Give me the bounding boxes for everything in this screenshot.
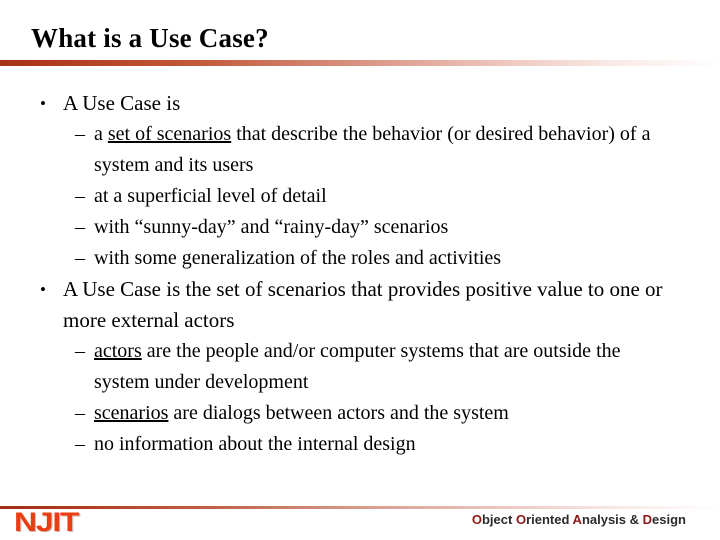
bullet-text: actors are the people and/or computer sy… [94,336,654,398]
footer-course-text: bject [481,512,516,527]
bullet-item-level2: – with some generalization of the roles a… [0,243,720,274]
bullet-item-level2: – actors are the people and/or computer s… [0,336,720,398]
bullet-text-underlined-term: set of scenarios [107,123,232,145]
bullet-text: A Use Case is the set of scenarios that … [63,277,663,332]
bullet-item-level1: • A Use Case is [0,88,720,119]
slide: What is a Use Case? • A Use Case is – a set… [0,0,720,540]
bullet-text: at a superficial level of detail [94,185,327,207]
bullet-marker-dash-icon: – [75,433,85,455]
bullet-marker-dash-icon: – [75,340,85,362]
bullet-text: A Use Case is [63,91,181,115]
bullet-marker-dot-icon: • [40,94,46,113]
footer-course-initial: O [515,512,527,527]
footer-divider-rule [0,506,720,509]
footer-course-initial: D [642,512,653,527]
footer-course-initial: A [572,512,582,527]
bullet-text: no information about the internal design [94,433,416,455]
page-title: What is a Use Case? [31,23,269,53]
bullet-item-level2: – with “sunny-day” and “rainy-day” scenar… [0,212,720,243]
bullet-marker-dash-icon: – [75,216,85,238]
bullet-text-underlined-term: scenarios [94,402,169,424]
footer-course-text: riented [526,512,573,527]
bullet-text-prefix: a [94,123,108,145]
njit-logo: NJIT [14,507,79,537]
bullet-item-level1: • A Use Case is the set of scenarios that… [0,274,720,336]
bullet-text: with “sunny-day” and “rainy-day” scenari… [94,216,449,238]
slide-body: • A Use Case is – a set of scenarios that d… [0,88,720,460]
footer-course-text: esign [652,512,686,527]
bullet-marker-dash-icon: – [75,185,85,207]
bullet-text: a set of scenarios that describe the beh… [94,119,654,181]
bullet-marker-dash-icon: – [75,402,85,424]
bullet-text-suffix: are dialogs between actors and the syste… [168,402,509,424]
bullet-item-level2: – a set of scenarios that describe the be… [0,119,720,181]
bullet-item-level2: – at a superficial level of detail [0,181,720,212]
bullet-marker-dash-icon: – [75,247,85,269]
bullet-text: scenarios are dialogs between actors and… [94,398,654,429]
bullet-item-level2: – no information about the internal desig… [0,429,720,460]
footer-course-text: nalysis & [581,512,643,527]
bullet-text: with some generalization of the roles an… [94,247,502,269]
bullet-text-underlined-term: actors [94,340,142,362]
bullet-marker-dash-icon: – [75,123,85,145]
bullet-text-suffix: are the people and/or computer systems t… [94,340,621,393]
bullet-marker-dot-icon: • [40,280,46,299]
title-divider-rule [0,60,720,66]
bullet-item-level2: – scenarios are dialogs between actors an… [0,398,720,429]
footer-course-initial: O [471,512,482,527]
footer-course-label: Object Oriented Analysis & Design [472,512,686,528]
